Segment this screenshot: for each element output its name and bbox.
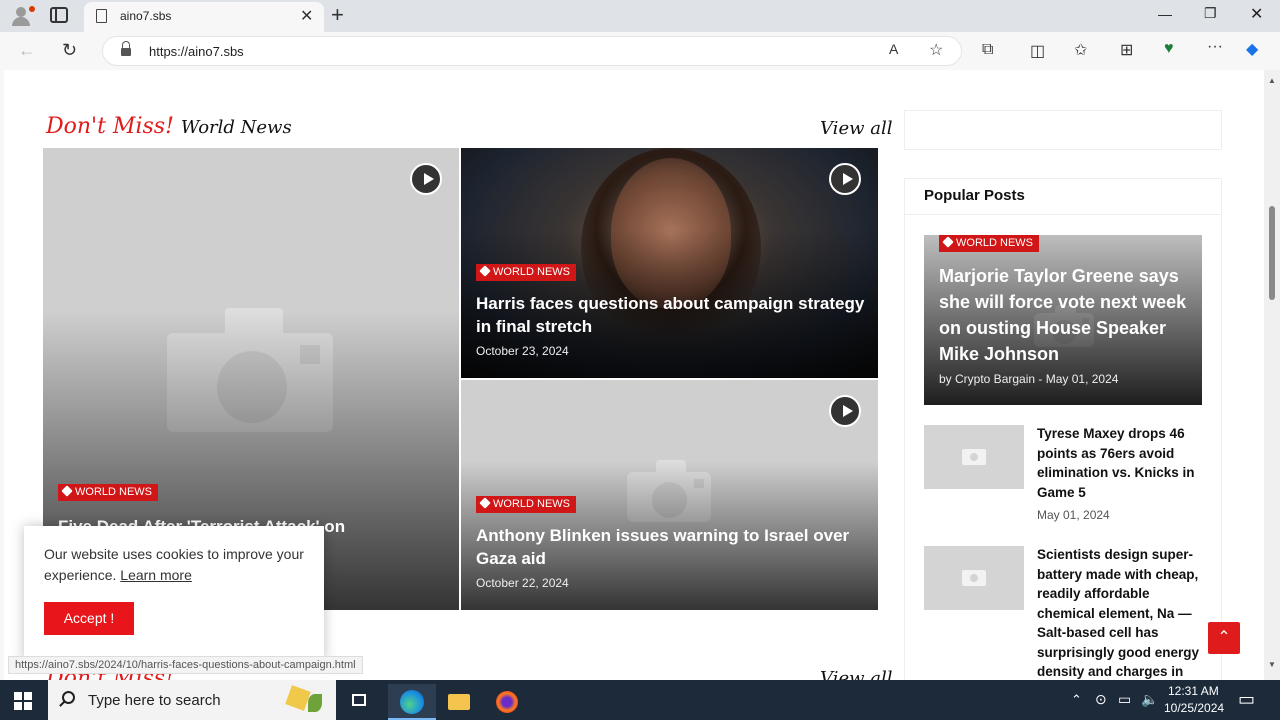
play-icon[interactable] — [829, 395, 861, 427]
edge-taskbar-icon[interactable] — [388, 684, 436, 720]
notifications-icon[interactable]: ▭ — [1238, 689, 1255, 710]
post-title[interactable]: Scientists design super-battery made wit… — [1037, 545, 1207, 680]
cookie-text: Our website uses cookies to improve your… — [44, 546, 304, 583]
page-icon — [96, 9, 107, 23]
featured-headline[interactable]: Marjorie Taylor Greene says she will for… — [939, 263, 1194, 367]
windows-start-icon[interactable] — [14, 692, 32, 710]
featured-meta: by Crypto Bargain - May 01, 2024 — [939, 372, 1119, 386]
section-title-label: World News — [180, 117, 292, 138]
copilot-icon[interactable]: ◆ — [1246, 39, 1258, 59]
category-badge[interactable]: WORLD NEWS — [476, 264, 576, 281]
web-page: Don't Miss! World News View all WORLD NE… — [4, 70, 1264, 680]
post-thumbnail[interactable] — [924, 425, 1024, 489]
scrollbar-thumb[interactable] — [1269, 206, 1275, 300]
meet-icon[interactable]: ⊙ — [1095, 691, 1107, 708]
tab-title: aino7.sbs — [120, 9, 172, 23]
close-window-icon[interactable]: ✕ — [1250, 4, 1263, 24]
read-aloud-icon[interactable]: A — [889, 41, 898, 57]
browser-tab[interactable]: aino7.sbs ✕ — [84, 2, 324, 32]
search-highlight-icon — [268, 685, 328, 714]
address-bar-row: ← ↻ https://aino7.sbs A ☆ ⧉ ◫ ✩ ⊞ ♥ ··· … — [0, 32, 1280, 70]
view-all-link[interactable]: View all — [820, 118, 892, 139]
card-date: October 23, 2024 — [476, 344, 569, 358]
profile-icon[interactable] — [8, 4, 35, 28]
more-icon[interactable]: ··· — [1207, 38, 1223, 56]
camera-placeholder-icon — [962, 449, 986, 465]
section-title-highlight: Don't Miss! — [46, 114, 174, 139]
file-explorer-icon[interactable] — [436, 684, 484, 720]
learn-more-link[interactable]: Learn more — [120, 567, 192, 583]
bottom-view-all-link[interactable]: View all — [820, 668, 892, 680]
sidebar-widget — [904, 110, 1222, 150]
restore-icon[interactable]: ❐ — [1204, 5, 1217, 22]
category-badge[interactable]: WORLD NEWS — [939, 235, 1039, 252]
scroll-up-icon[interactable]: ▲ — [1268, 76, 1276, 85]
status-url: https://aino7.sbs/2024/10/harris-faces-q… — [8, 656, 363, 674]
network-icon[interactable]: ▭ — [1118, 691, 1131, 708]
category-badge[interactable]: WORLD NEWS — [476, 496, 576, 513]
section-title: Don't Miss! World News — [46, 114, 292, 139]
split-screen-icon[interactable]: ◫ — [1030, 41, 1045, 61]
clock-date[interactable]: 10/25/2024 — [1164, 701, 1224, 715]
search-placeholder[interactable]: Type here to search — [88, 692, 221, 709]
card-headline[interactable]: Harris faces questions about campaign st… — [476, 292, 866, 338]
back-to-top-button[interactable]: ⌃ — [1208, 622, 1240, 654]
taskbar: Type here to search ⌃ ⊙ ▭ 🔈 12:31 AM 10/… — [0, 680, 1280, 720]
post-date: May 01, 2024 — [1037, 508, 1110, 522]
news-card[interactable]: WORLD NEWS Anthony Blinken issues warnin… — [461, 380, 878, 610]
accept-cookies-button[interactable]: Accept ! — [44, 602, 134, 635]
popular-posts-title: Popular Posts — [924, 187, 1025, 204]
task-view-icon[interactable] — [338, 684, 386, 720]
taskbar-search[interactable]: Type here to search — [48, 680, 336, 720]
tab-actions-icon[interactable] — [50, 7, 68, 23]
volume-icon[interactable]: 🔈 — [1141, 691, 1158, 708]
play-icon[interactable] — [410, 163, 442, 195]
collections-icon[interactable]: ⊞ — [1120, 40, 1133, 60]
tray-chevron-icon[interactable]: ⌃ — [1071, 692, 1082, 708]
clock-time[interactable]: 12:31 AM — [1168, 684, 1219, 698]
address-bar[interactable]: https://aino7.sbs A ☆ — [102, 36, 962, 66]
news-card[interactable]: WORLD NEWS Harris faces questions about … — [461, 148, 878, 378]
post-title[interactable]: Tyrese Maxey drops 46 points as 76ers av… — [1037, 424, 1207, 502]
url-text[interactable]: https://aino7.sbs — [149, 44, 244, 59]
minimize-icon[interactable]: — — [1158, 6, 1172, 22]
favorite-star-icon[interactable]: ☆ — [929, 40, 943, 60]
play-icon[interactable] — [829, 163, 861, 195]
browser-essentials-icon[interactable]: ♥ — [1164, 40, 1174, 58]
post-thumbnail[interactable] — [924, 546, 1024, 610]
card-date: October 22, 2024 — [476, 576, 569, 590]
camera-placeholder-icon — [962, 570, 986, 586]
refresh-icon[interactable]: ↻ — [62, 40, 77, 61]
card-headline[interactable]: Anthony Blinken issues warning to Israel… — [476, 524, 866, 570]
new-tab-icon[interactable]: + — [331, 2, 344, 28]
scroll-down-icon[interactable]: ▼ — [1268, 660, 1276, 669]
category-badge[interactable]: WORLD NEWS — [58, 484, 158, 501]
firefox-icon[interactable] — [484, 684, 532, 720]
search-icon — [62, 691, 75, 704]
back-icon[interactable]: ← — [18, 40, 36, 61]
page-scrollbar[interactable]: ▲ ▼ — [1264, 70, 1280, 680]
tab-bar: aino7.sbs ✕ + — ❐ ✕ — [0, 0, 1280, 32]
extensions-icon[interactable]: ⧉ — [982, 41, 993, 59]
featured-post[interactable]: WORLD NEWS Marjorie Taylor Greene says s… — [924, 235, 1202, 405]
favorites-icon[interactable]: ✩ — [1074, 40, 1087, 60]
lock-icon[interactable] — [121, 41, 131, 57]
cookie-banner: Our website uses cookies to improve your… — [24, 526, 324, 662]
close-tab-icon[interactable]: ✕ — [300, 6, 313, 26]
